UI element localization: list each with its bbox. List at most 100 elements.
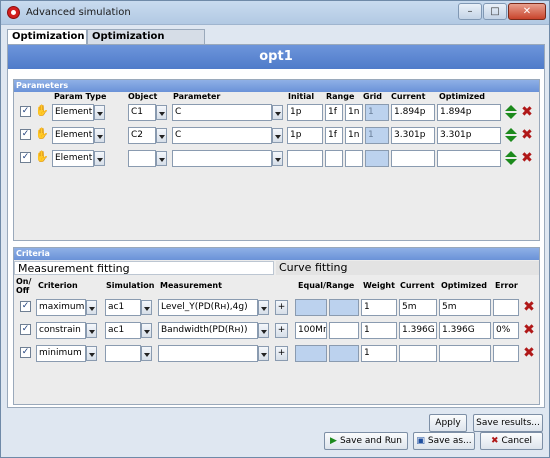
simulation-select[interactable]: ac1 [105, 322, 141, 339]
measurement-select[interactable]: Level_Y(PD(Rн),4g) [158, 299, 258, 316]
chevron-down-icon[interactable] [94, 151, 105, 166]
optimization-panel: opt1 Parameters Param Type Object Parame… [7, 44, 545, 408]
range-min-field[interactable]: 1f [325, 104, 343, 121]
equal-field[interactable]: 100Mг [295, 322, 327, 339]
delete-row-icon[interactable]: ✖ [520, 128, 534, 142]
parameter-select[interactable]: C [172, 127, 272, 144]
tab-optimization-options[interactable]: Optimization options [87, 29, 205, 56]
criterion-select[interactable]: maximum [36, 299, 86, 316]
delete-row-icon[interactable]: ✖ [520, 105, 534, 119]
add-measurement-button[interactable]: + [275, 323, 288, 338]
range-field[interactable] [329, 299, 359, 316]
chevron-down-icon[interactable] [86, 323, 97, 338]
chevron-down-icon[interactable] [272, 151, 283, 166]
range-field[interactable] [329, 322, 359, 339]
optimized-field: 5m [439, 299, 491, 316]
chevron-down-icon[interactable] [258, 323, 269, 338]
chevron-down-icon[interactable] [156, 105, 167, 120]
parameters-group: Parameters Param Type Object Parameter I… [13, 79, 540, 241]
delete-row-icon[interactable]: ✖ [522, 346, 536, 360]
row-checkbox[interactable]: ✓ [20, 129, 31, 140]
weight-field[interactable]: 1 [361, 345, 397, 362]
subtab-measurement-fitting[interactable]: Measurement fitting [14, 261, 274, 275]
save-results-button[interactable]: Save results... [473, 414, 543, 432]
on-off-checkbox[interactable]: ✓ [20, 347, 31, 358]
chevron-down-icon[interactable] [141, 323, 152, 338]
chevron-down-icon[interactable] [86, 300, 97, 315]
param-type-select[interactable]: Element [52, 127, 94, 144]
delete-row-icon[interactable]: ✖ [522, 300, 536, 314]
param-type-select[interactable]: Element [52, 150, 94, 167]
chevron-down-icon[interactable] [141, 346, 152, 361]
hand-drag-icon[interactable]: ✋ [35, 128, 49, 140]
object-select[interactable]: C1 [128, 104, 156, 121]
initial-field[interactable]: 1p [287, 104, 323, 121]
chevron-down-icon[interactable] [156, 128, 167, 143]
move-down-icon[interactable] [505, 159, 517, 165]
chevron-down-icon[interactable] [272, 105, 283, 120]
cancel-button[interactable]: ✖ Cancel [480, 432, 543, 450]
simulation-select[interactable]: ac1 [105, 299, 141, 316]
move-up-icon[interactable] [505, 151, 517, 157]
minimize-button[interactable]: – [458, 3, 482, 20]
range-field[interactable] [329, 345, 359, 362]
measurement-select[interactable] [158, 345, 258, 362]
move-up-icon[interactable] [505, 105, 517, 111]
chevron-down-icon[interactable] [141, 300, 152, 315]
maximize-button[interactable]: □ [483, 3, 507, 20]
col-optimized: Optimized [439, 92, 485, 101]
save-as-button[interactable]: ▣ Save as... [413, 432, 475, 450]
initial-field[interactable]: 1p [287, 127, 323, 144]
equal-field[interactable] [295, 345, 327, 362]
delete-row-icon[interactable]: ✖ [520, 151, 534, 165]
range-max-field[interactable] [345, 150, 363, 167]
criterion-select[interactable]: minimum [36, 345, 86, 362]
range-max-field[interactable]: 1n [345, 104, 363, 121]
parameter-select[interactable] [172, 150, 272, 167]
delete-row-icon[interactable]: ✖ [522, 323, 536, 337]
range-max-field[interactable]: 1n [345, 127, 363, 144]
apply-button[interactable]: Apply [429, 414, 467, 432]
weight-field[interactable]: 1 [361, 299, 397, 316]
on-off-checkbox[interactable]: ✓ [20, 324, 31, 335]
hand-drag-icon[interactable]: ✋ [35, 151, 49, 163]
object-select[interactable] [128, 150, 156, 167]
chevron-down-icon[interactable] [156, 151, 167, 166]
chevron-down-icon[interactable] [272, 128, 283, 143]
add-measurement-button[interactable]: + [275, 346, 288, 361]
param-type-select[interactable]: Element [52, 104, 94, 121]
parameter-select[interactable]: C [172, 104, 272, 121]
save-as-label: Save as... [427, 436, 472, 446]
on-off-checkbox[interactable]: ✓ [20, 301, 31, 312]
row-checkbox[interactable]: ✓ [20, 152, 31, 163]
chevron-down-icon[interactable] [86, 346, 97, 361]
chevron-down-icon[interactable] [258, 300, 269, 315]
grid-field[interactable] [365, 150, 389, 167]
range-min-field[interactable]: 1f [325, 127, 343, 144]
move-down-icon[interactable] [505, 113, 517, 119]
range-min-field[interactable] [325, 150, 343, 167]
col-current: Current [400, 281, 435, 290]
chevron-down-icon[interactable] [94, 105, 105, 120]
equal-field[interactable] [295, 299, 327, 316]
add-measurement-button[interactable]: + [275, 300, 288, 315]
simulation-select[interactable] [105, 345, 141, 362]
close-window-button[interactable]: ✕ [508, 3, 546, 20]
chevron-down-icon[interactable] [258, 346, 269, 361]
grid-field[interactable]: 1 [365, 104, 389, 121]
save-and-run-button[interactable]: ▶ Save and Run [324, 432, 408, 450]
chevron-down-icon[interactable] [94, 128, 105, 143]
criteria-group: Criteria Measurement fitting Curve fitti… [13, 247, 540, 405]
subtab-curve-fitting[interactable]: Curve fitting [276, 261, 539, 275]
measurement-select[interactable]: Bandwidth(PD(Rн)) [158, 322, 258, 339]
grid-field[interactable]: 1 [365, 127, 389, 144]
initial-field[interactable] [287, 150, 323, 167]
move-down-icon[interactable] [505, 136, 517, 142]
weight-field[interactable]: 1 [361, 322, 397, 339]
hand-drag-icon[interactable]: ✋ [35, 105, 49, 117]
error-field [493, 345, 519, 362]
move-up-icon[interactable] [505, 128, 517, 134]
criterion-select[interactable]: constrain [36, 322, 86, 339]
object-select[interactable]: C2 [128, 127, 156, 144]
row-checkbox[interactable]: ✓ [20, 106, 31, 117]
